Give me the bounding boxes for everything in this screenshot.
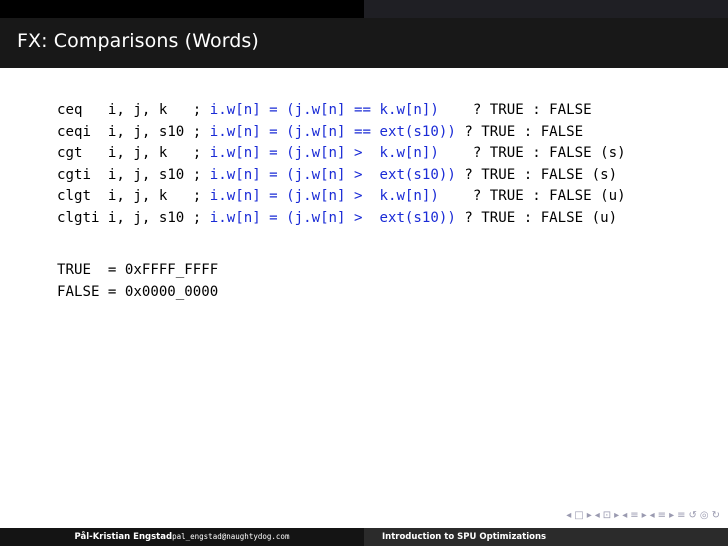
instruction-row-ceq: ceq i, j, k ; i.w[n] = (j.w[n] == k.w[n]… bbox=[57, 100, 626, 122]
opcode: clgt bbox=[57, 188, 100, 205]
top-bar-right-section bbox=[364, 0, 728, 18]
nav-prev-subsection-icon[interactable]: ◂ bbox=[622, 510, 627, 521]
nav-subsection-icon[interactable]: ≡ bbox=[630, 510, 638, 521]
nav-next-subsection-icon[interactable]: ▸ bbox=[642, 510, 647, 521]
footer-author-email: pal_engstad@naughtydog.com bbox=[172, 532, 290, 541]
comment-separator: ; bbox=[192, 102, 210, 118]
result-description: ? TRUE : FALSE (u) bbox=[455, 209, 618, 226]
footer-title-section: Introduction to SPU Optimizations bbox=[364, 528, 728, 546]
operands: i, j, s10 bbox=[99, 123, 193, 140]
nav-document-icon[interactable]: ≡ bbox=[677, 510, 685, 521]
constant-definitions: TRUE = 0xFFFF_FFFF FALSE = 0x0000_0000 bbox=[57, 260, 218, 303]
result-description: ? TRUE : FALSE (u) bbox=[438, 188, 626, 205]
nav-frame-icon[interactable]: ⊡ bbox=[603, 510, 611, 521]
result-description: ? TRUE : FALSE bbox=[455, 123, 584, 140]
nav-search-icon[interactable]: ◎ bbox=[700, 510, 709, 521]
operands: i, j, k bbox=[99, 145, 193, 162]
nav-prev-slide-icon[interactable]: ◂ bbox=[566, 510, 571, 521]
semantics-expression: i.w[n] = (j.w[n] == ext(s10)) bbox=[209, 123, 456, 140]
constant-true: TRUE = 0xFFFF_FFFF bbox=[57, 262, 219, 278]
footer-author-section: Pål-Kristian Engstadpal_engstad@naughtyd… bbox=[0, 528, 364, 546]
opcode: cgti bbox=[57, 166, 100, 183]
nav-slide-icon[interactable]: □ bbox=[574, 510, 583, 521]
operands: i, j, s10 bbox=[99, 166, 193, 183]
nav-next-slide-icon[interactable]: ▸ bbox=[587, 510, 592, 521]
comment-separator: ; bbox=[192, 209, 210, 226]
instruction-row-cgti: cgti i, j, s10 ; i.w[n] = (j.w[n] > ext(… bbox=[57, 165, 626, 187]
nav-section-icon[interactable]: ≡ bbox=[658, 510, 666, 521]
instruction-row-clgt: clgt i, j, k ; i.w[n] = (j.w[n] > k.w[n]… bbox=[57, 186, 626, 208]
instruction-row-cgt: cgt i, j, k ; i.w[n] = (j.w[n] > k.w[n])… bbox=[57, 143, 626, 165]
operands: i, j, k bbox=[99, 188, 193, 205]
nav-next-frame-icon[interactable]: ▸ bbox=[614, 510, 619, 521]
instruction-table: ceq i, j, k ; i.w[n] = (j.w[n] == k.w[n]… bbox=[57, 100, 626, 230]
nav-forward-icon[interactable]: ↻ bbox=[712, 510, 720, 521]
semantics-expression: i.w[n] = (j.w[n] > k.w[n]) bbox=[209, 145, 439, 162]
semantics-expression: i.w[n] = (j.w[n] > ext(s10)) bbox=[209, 166, 456, 183]
result-description: ? TRUE : FALSE bbox=[438, 102, 592, 118]
semantics-expression: i.w[n] = (j.w[n] == k.w[n]) bbox=[209, 102, 439, 118]
footer-bar: Pål-Kristian Engstadpal_engstad@naughtyd… bbox=[0, 528, 728, 546]
nav-next-section-icon[interactable]: ▸ bbox=[669, 510, 674, 521]
result-description: ? TRUE : FALSE (s) bbox=[455, 166, 618, 183]
opcode: ceqi bbox=[57, 123, 100, 140]
footer-author-name: Pål-Kristian Engstad bbox=[74, 532, 173, 542]
opcode: clgti bbox=[57, 209, 100, 226]
comment-separator: ; bbox=[192, 123, 210, 140]
opcode: ceq bbox=[57, 102, 100, 118]
frame-title: FX: Comparisons (Words) bbox=[17, 30, 259, 52]
nav-back-icon[interactable]: ↺ bbox=[688, 510, 696, 521]
result-description: ? TRUE : FALSE (s) bbox=[438, 145, 626, 162]
nav-prev-section-icon[interactable]: ◂ bbox=[650, 510, 655, 521]
nav-prev-frame-icon[interactable]: ◂ bbox=[595, 510, 600, 521]
footer-talk-title: Introduction to SPU Optimizations bbox=[382, 532, 547, 542]
instruction-row-ceqi: ceqi i, j, s10 ; i.w[n] = (j.w[n] == ext… bbox=[57, 122, 626, 144]
top-bar-left-section bbox=[0, 0, 364, 18]
semantics-expression: i.w[n] = (j.w[n] > ext(s10)) bbox=[209, 209, 456, 226]
comment-separator: ; bbox=[192, 166, 210, 183]
comment-separator: ; bbox=[192, 145, 210, 162]
constant-false: FALSE = 0x0000_0000 bbox=[57, 283, 219, 300]
beamer-navigation-symbols: ◂ □ ▸ ◂ ⊡ ▸ ◂ ≡ ▸ ◂ ≡ ▸ ≡ ↺ ◎ ↻ bbox=[566, 508, 720, 522]
opcode: cgt bbox=[57, 145, 100, 162]
instruction-row-clgti: clgti i, j, s10 ; i.w[n] = (j.w[n] > ext… bbox=[57, 208, 626, 230]
top-navigation-bar bbox=[0, 0, 728, 18]
operands: i, j, s10 bbox=[99, 209, 193, 226]
operands: i, j, k bbox=[99, 102, 193, 118]
comment-separator: ; bbox=[192, 188, 210, 205]
semantics-expression: i.w[n] = (j.w[n] > k.w[n]) bbox=[209, 188, 439, 205]
